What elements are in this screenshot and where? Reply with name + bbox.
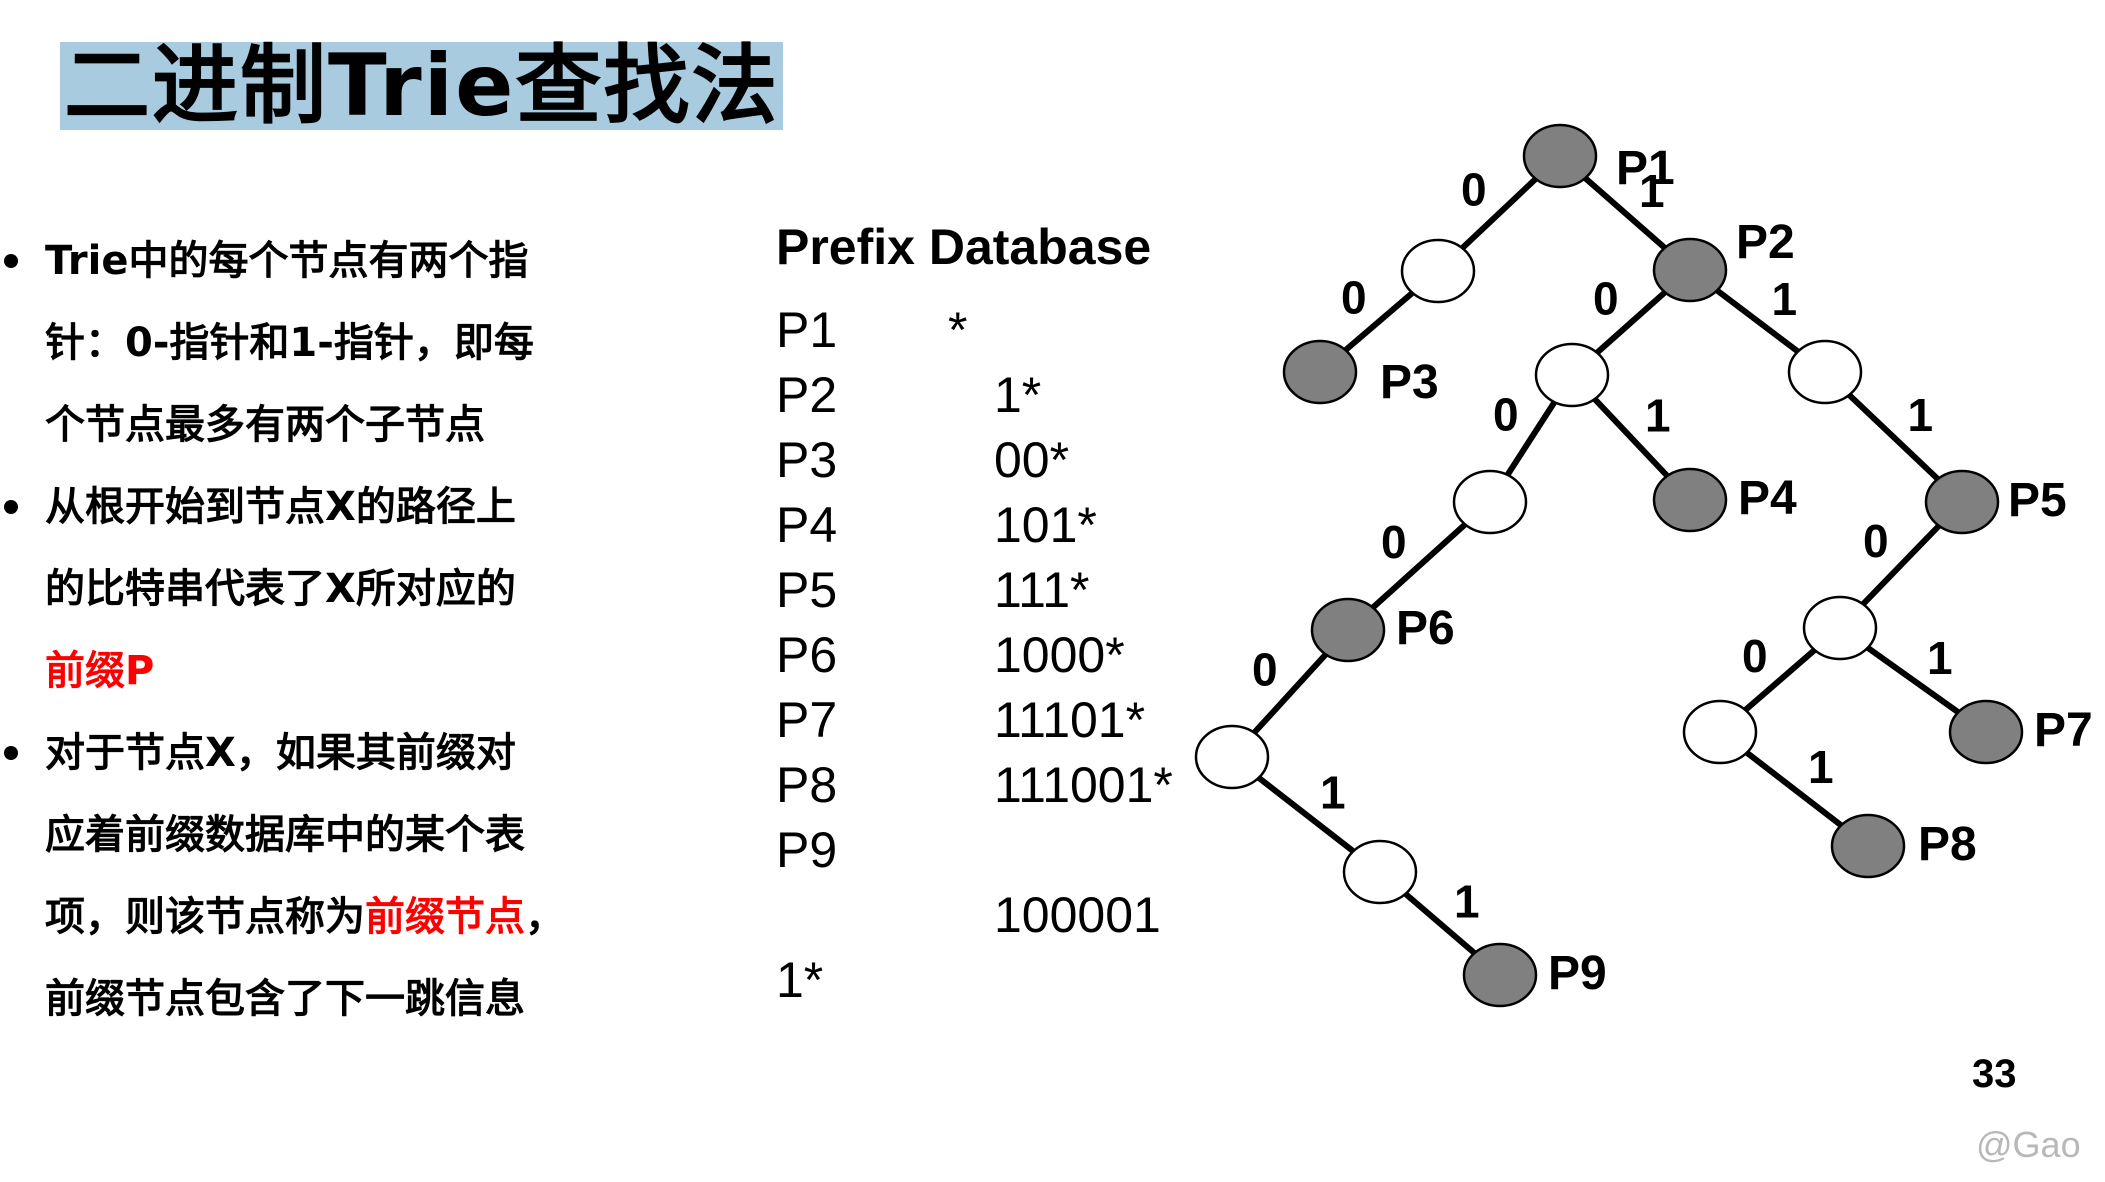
edge-bit-label: 1 bbox=[1454, 876, 1480, 928]
trie-node bbox=[1802, 595, 1878, 661]
edge-bit-label: 0 bbox=[1381, 516, 1407, 568]
trie-node bbox=[1400, 238, 1476, 304]
edge-bit-label: 1 bbox=[1772, 273, 1798, 325]
edge-bit-label: 0 bbox=[1493, 389, 1519, 441]
slide: 二进制Trie查找法 Trie中的每个节点有两个指 针：0-指针和1-指针，即每个… bbox=[0, 0, 2105, 1182]
node-label: P3 bbox=[1380, 356, 1439, 409]
edge-bit-label: 1 bbox=[1927, 632, 1953, 684]
trie-node bbox=[1534, 342, 1610, 408]
edge-bit-label: 0 bbox=[1593, 273, 1619, 325]
edge-bit-label: 1 bbox=[1908, 389, 1934, 441]
edge-bit-label: 0 bbox=[1252, 644, 1278, 696]
edge-bit-label: 0 bbox=[1341, 272, 1367, 324]
prefix-node bbox=[1310, 597, 1386, 663]
edge-bit-label: 1 bbox=[1645, 390, 1671, 442]
prefix-node bbox=[1522, 123, 1598, 189]
edge-bit-label: 0 bbox=[1742, 630, 1768, 682]
edge-bit-label: 1 bbox=[1808, 741, 1834, 793]
node-label: P5 bbox=[2008, 474, 2067, 527]
prefix-node bbox=[1830, 813, 1906, 879]
prefix-node bbox=[1652, 467, 1728, 533]
node-label: P4 bbox=[1738, 472, 1797, 525]
binary-trie-diagram: 0 10 0 10 1 10 00 0 11 11 P1P3P2P4 P5P6P7P8P9 bbox=[1194, 123, 2093, 1008]
node-label: P9 bbox=[1548, 947, 1607, 1000]
trie-node bbox=[1787, 339, 1863, 405]
trie-node bbox=[1194, 724, 1270, 790]
prefix-node bbox=[1924, 469, 2000, 535]
prefix-node bbox=[1462, 942, 1538, 1008]
node-label: P7 bbox=[2034, 704, 2093, 757]
edge-bit-label: 0 bbox=[1461, 164, 1487, 216]
edge-bit-label: 1 bbox=[1320, 767, 1346, 819]
trie-node bbox=[1682, 699, 1758, 765]
trie-node bbox=[1342, 839, 1418, 905]
prefix-node bbox=[1282, 339, 1358, 405]
node-label: P1 bbox=[1616, 142, 1675, 195]
edge-bit-label: 0 bbox=[1863, 515, 1889, 567]
prefix-node bbox=[1948, 699, 2024, 765]
watermark: @Gao bbox=[1976, 1124, 2081, 1165]
trie-nodes: P1 P3 P2 P4 P5 P6 P7 P8 P9 bbox=[1194, 123, 2093, 1008]
trie-node bbox=[1452, 469, 1528, 535]
page-number: 33 bbox=[1972, 1052, 2017, 1096]
node-label: P6 bbox=[1396, 602, 1455, 655]
node-label: P2 bbox=[1736, 216, 1795, 269]
prefix-node bbox=[1652, 237, 1728, 303]
node-label: P8 bbox=[1918, 818, 1977, 871]
